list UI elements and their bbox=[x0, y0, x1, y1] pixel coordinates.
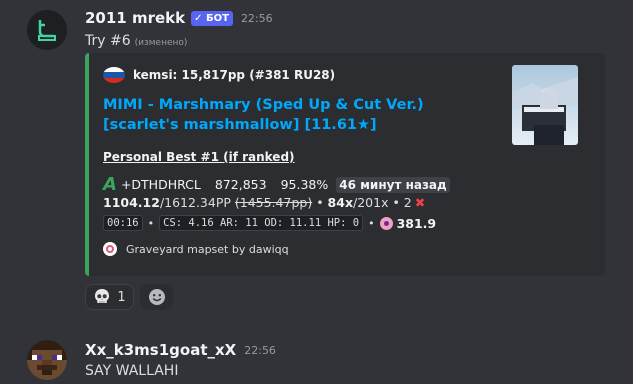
mods: +DTHDHRCL bbox=[120, 177, 201, 192]
star-rating: 381.9 bbox=[396, 215, 437, 231]
pp-if-fc: (1455.47pp) bbox=[234, 195, 313, 210]
add-reaction-icon bbox=[148, 289, 165, 305]
map-length: 00:16 bbox=[103, 215, 143, 231]
embed-author: kemsi: 15,817pp (#381 RU28) bbox=[103, 67, 335, 83]
embed-footer: Graveyard mapset by dawiqq bbox=[103, 242, 289, 256]
pp-max: /1612.34PP bbox=[159, 195, 235, 210]
osu-logo-icon bbox=[103, 242, 117, 256]
map-difficulty: CS: 4.16 AR: 11 OD: 11.11 HP: 0 bbox=[159, 215, 364, 231]
timestamp: 22:56 bbox=[240, 11, 273, 25]
skull-icon bbox=[95, 289, 110, 303]
score: 872,853 bbox=[214, 177, 267, 192]
pp-value: 1104.12 bbox=[103, 195, 160, 210]
reaction-count: 1 bbox=[117, 289, 126, 305]
combo-separator: • bbox=[312, 195, 328, 210]
add-reaction-button[interactable] bbox=[140, 284, 173, 310]
separator-dot: • bbox=[147, 216, 155, 230]
map-stats-row: 00:16 • CS: 4.16 AR: 11 OD: 11.11 HP: 0 … bbox=[103, 215, 436, 231]
message-text: Try #6 bbox=[85, 33, 131, 49]
edited-label: (изменено) bbox=[134, 38, 188, 48]
message-text: SAY WALLAHI bbox=[85, 363, 179, 379]
star-rating-icon bbox=[379, 216, 393, 230]
user-avatar[interactable] bbox=[27, 340, 67, 380]
bot-badge: ✓ БОТ bbox=[191, 10, 233, 26]
score-embed: kemsi: 15,817pp (#381 RU28) MIMI - Marsh… bbox=[85, 53, 605, 276]
time-ago: 46 минут назад bbox=[336, 176, 450, 193]
message-header: 2011 mrekk ✓ БОТ 22:56 bbox=[85, 9, 273, 27]
accuracy: 95.38% bbox=[280, 177, 329, 192]
beatmap-thumbnail[interactable] bbox=[512, 65, 578, 145]
embed-title-link[interactable]: MIMI - Marshmary (Sped Up & Cut Ver.) [s… bbox=[103, 95, 498, 135]
pp-row: 1104.12/1612.34PP (1455.47pp) • 84x/201x… bbox=[103, 195, 425, 210]
timestamp: 22:56 bbox=[244, 343, 276, 357]
username[interactable]: Xx_k3ms1goat_xX bbox=[85, 341, 236, 359]
combo: 84x bbox=[327, 195, 354, 210]
misses: • 2 bbox=[388, 195, 412, 210]
grade-a-icon: A bbox=[103, 174, 117, 195]
score-row: A +DTHDHRCL 872,853 95.38% 46 минут наза… bbox=[103, 174, 450, 195]
max-combo: /201x bbox=[353, 195, 389, 210]
embed-author-name[interactable]: kemsi: 15,817pp (#381 RU28) bbox=[133, 68, 335, 82]
footer-text: Graveyard mapset by dawiqq bbox=[126, 242, 289, 256]
miss-x-icon: ✖ bbox=[414, 195, 426, 210]
separator-dot: • bbox=[368, 216, 375, 230]
message-header: Xx_k3ms1goat_xX 22:56 bbox=[85, 341, 276, 359]
reaction-skull[interactable]: 1 bbox=[85, 284, 134, 310]
bot-avatar[interactable] bbox=[27, 10, 67, 50]
section-title: Personal Best #1 (if ranked) bbox=[103, 150, 295, 164]
russia-flag-icon bbox=[103, 67, 125, 83]
message-content: Try #6 (изменено) bbox=[85, 33, 187, 49]
username[interactable]: 2011 mrekk bbox=[85, 9, 185, 27]
